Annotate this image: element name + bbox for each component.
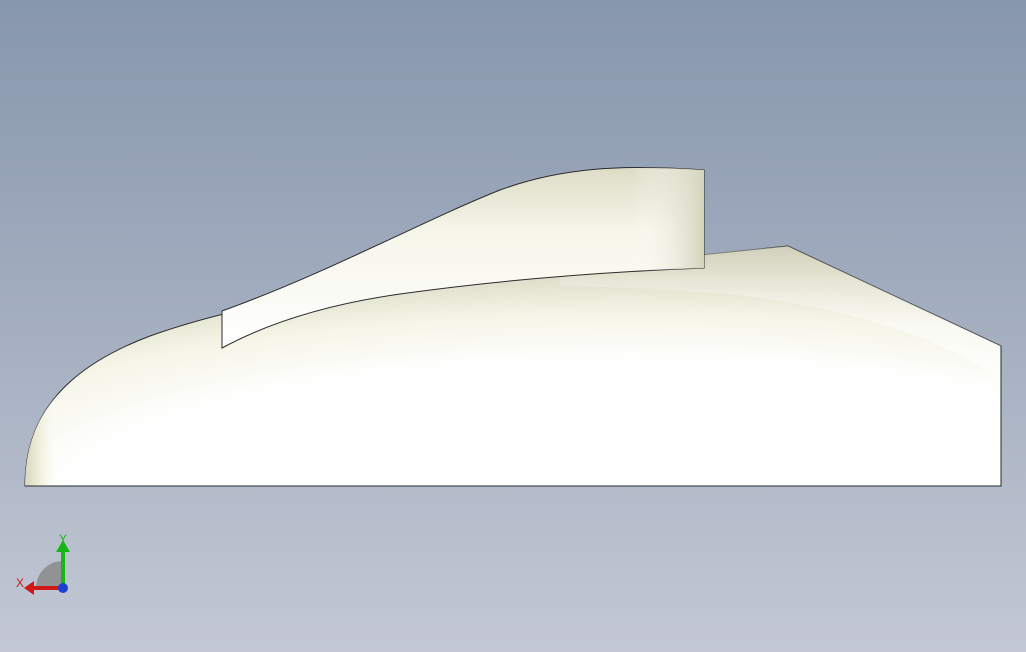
y-axis-arrow <box>61 550 65 586</box>
x-axis-label: X <box>16 576 25 590</box>
model-view[interactable] <box>0 0 1026 652</box>
y-axis-label: Y <box>59 532 68 546</box>
triad-quadrant-shading <box>36 561 63 588</box>
graphics-viewport[interactable]: Y X <box>0 0 1026 652</box>
x-axis-arrowhead <box>24 581 34 595</box>
axis-triad: Y X <box>10 528 74 600</box>
z-axis-origin <box>58 583 68 593</box>
